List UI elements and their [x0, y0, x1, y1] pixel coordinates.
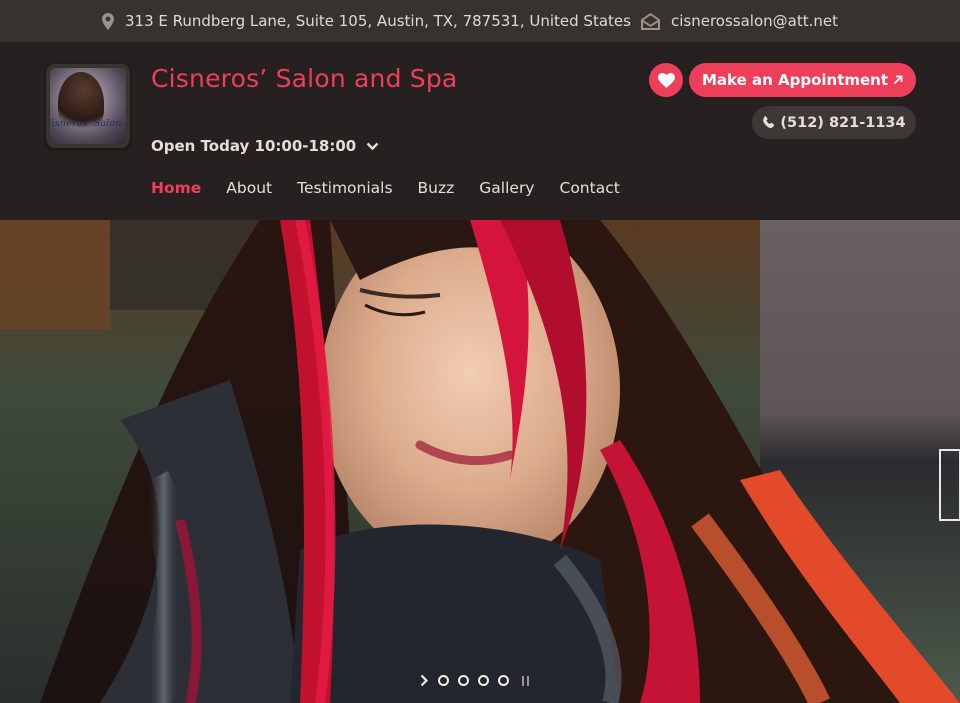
- top-info-bar: 313 E Rundberg Lane, Suite 105, Austin, …: [0, 0, 960, 42]
- map-pin-icon: [102, 12, 114, 30]
- email-item[interactable]: cisnerossalon@att.net: [641, 0, 838, 42]
- phone-number: (512) 821-1134: [780, 114, 906, 131]
- site-logo[interactable]: Cisneros' Salon & Spa: [46, 64, 130, 148]
- site-header: Cisneros' Salon & Spa Cisneros’ Salon an…: [0, 42, 960, 220]
- opening-hours-toggle[interactable]: Open Today 10:00-18:00: [151, 137, 379, 155]
- slide-dot-2[interactable]: [458, 675, 469, 686]
- slide-dot-4[interactable]: [498, 675, 509, 686]
- nav-item-contact[interactable]: Contact: [560, 179, 620, 197]
- address-item[interactable]: 313 E Rundberg Lane, Suite 105, Austin, …: [102, 0, 631, 42]
- next-arrow-icon[interactable]: [420, 674, 429, 687]
- pause-icon[interactable]: [522, 675, 529, 686]
- favorite-button[interactable]: [649, 63, 683, 97]
- opening-hours-text: Open Today 10:00-18:00: [151, 137, 357, 155]
- nav-item-gallery[interactable]: Gallery: [479, 179, 534, 197]
- phone-button[interactable]: (512) 821-1134: [752, 106, 916, 139]
- logo-image: Cisneros' Salon & Spa: [50, 68, 126, 144]
- chevron-down-icon: [366, 142, 379, 150]
- external-arrow-icon: [893, 75, 903, 85]
- envelope-icon: [641, 12, 660, 30]
- email-text: cisnerossalon@att.net: [671, 12, 838, 30]
- slider-controls: [420, 674, 529, 687]
- nav-item-buzz[interactable]: Buzz: [418, 179, 455, 197]
- address-text: 313 E Rundberg Lane, Suite 105, Austin, …: [125, 12, 631, 30]
- main-nav: Home About Testimonials Buzz Gallery Con…: [151, 179, 620, 197]
- nav-item-home[interactable]: Home: [151, 179, 201, 197]
- hero-slider: [0, 220, 960, 703]
- site-title[interactable]: Cisneros’ Salon and Spa: [151, 64, 457, 93]
- nav-item-testimonials[interactable]: Testimonials: [297, 179, 392, 197]
- logo-script-text: Cisneros' Salon & Spa: [50, 118, 126, 129]
- appointment-label: Make an Appointment: [701, 71, 889, 89]
- heart-icon: [657, 72, 675, 88]
- slide-dot-3[interactable]: [478, 675, 489, 686]
- nav-item-about[interactable]: About: [226, 179, 272, 197]
- hero-photo: [0, 220, 960, 703]
- slide-dot-1[interactable]: [438, 675, 449, 686]
- phone-icon: [763, 116, 775, 129]
- make-appointment-button[interactable]: Make an Appointment: [689, 63, 916, 97]
